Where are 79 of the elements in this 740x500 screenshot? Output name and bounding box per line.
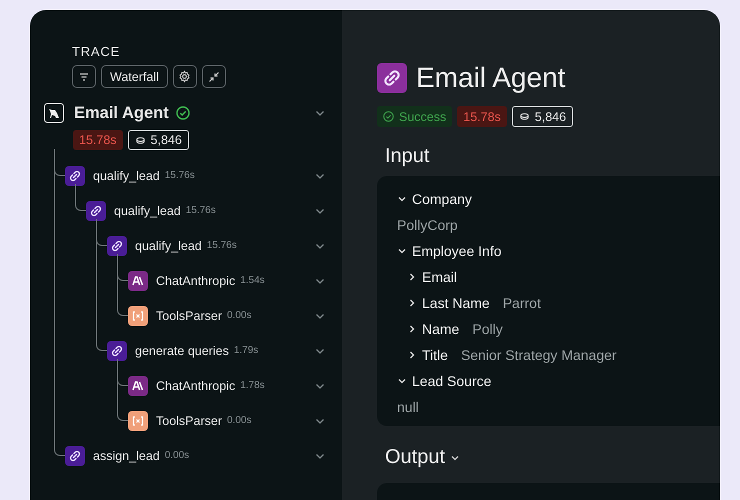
trace-row[interactable]: assign_lead 0.00s (65, 438, 326, 473)
link-icon (65, 166, 85, 186)
ai-logo-icon (128, 376, 148, 396)
field-key: Employee Info (412, 243, 502, 259)
run-name: qualify_lead (93, 168, 160, 182)
trace-row[interactable]: ChatAnthropic 1.54s (128, 263, 326, 298)
run-name: qualify_lead (135, 238, 202, 252)
run-name: ToolsParser (156, 308, 222, 322)
field-value: null (397, 398, 420, 417)
link-icon (107, 340, 127, 360)
run-duration: 15.76s (164, 170, 195, 181)
field-key: Title (422, 347, 448, 363)
filter-button[interactable] (72, 65, 96, 88)
panel-heading: TRACE (72, 44, 122, 59)
section-heading: Input (385, 145, 430, 168)
link-icon (65, 446, 85, 466)
run-duration: 0.00s (227, 415, 252, 426)
trace-row[interactable]: qualify_lead 15.76s (107, 228, 326, 263)
bird-icon (44, 103, 64, 123)
run-name: ToolsParser (156, 414, 222, 428)
trace-row[interactable]: qualify_lead 15.76s (86, 193, 326, 228)
trace-row[interactable]: ToolsParser 0.00s (128, 298, 326, 333)
coins-icon (134, 134, 146, 146)
run-name: qualify_lead (114, 204, 181, 218)
field-value: PollyCorp (397, 216, 459, 235)
field-row[interactable]: Title Senior Strategy Manager (407, 342, 720, 368)
run-duration: 15.76s (206, 240, 237, 251)
trace-row[interactable]: Email Agent (44, 100, 326, 126)
link-icon (377, 63, 407, 93)
field-value: Senior Strategy Manager (460, 347, 617, 363)
trace-row[interactable]: ChatAnthropic 1.78s (128, 368, 326, 403)
run-duration: 1.79s (234, 345, 258, 356)
run-name: assign_lead (93, 448, 160, 462)
brackets-icon (128, 410, 148, 430)
latency-badge: 15.78s (457, 106, 507, 127)
run-name: ChatAnthropic (156, 378, 236, 392)
collapse-arrows-icon (208, 70, 220, 82)
field-value: Parrot (502, 295, 541, 311)
token-count-badge: 5,846 (128, 130, 189, 150)
view-mode-button[interactable]: Waterfall (101, 65, 168, 88)
field-row[interactable]: Company (397, 186, 720, 212)
filter-icon (78, 70, 90, 82)
ai-logo-icon (128, 270, 148, 290)
run-duration: 0.00s (164, 450, 190, 461)
coins-icon (518, 111, 530, 122)
section-heading: Output (385, 446, 446, 469)
field-value: Polly (472, 321, 503, 337)
field-row[interactable]: Email (407, 264, 720, 290)
field-row[interactable]: Employee Info (397, 238, 720, 264)
field-key: Company (412, 191, 472, 207)
trace-row[interactable]: generate queries 1.79s (107, 333, 326, 368)
trace-row[interactable]: ToolsParser 0.00s (128, 403, 326, 438)
link-icon (107, 236, 127, 256)
latency-badge: 15.78s (73, 130, 123, 150)
check-circle-icon (176, 106, 190, 120)
run-name: Email Agent (74, 104, 169, 122)
check-circle-icon (383, 111, 394, 122)
run-title: Email Agent (416, 62, 566, 94)
link-icon (86, 200, 106, 220)
settings-icon (178, 70, 192, 83)
settings-button[interactable] (172, 65, 197, 88)
trace-row[interactable]: qualify_lead 15.76s (65, 158, 326, 193)
field-key: Lead Source (412, 373, 492, 389)
status-badge: Success (377, 106, 452, 127)
field-key: Name (422, 321, 460, 337)
collapse-button[interactable] (202, 65, 226, 88)
field-row[interactable]: Last Name Parrot (407, 290, 720, 316)
run-name: ChatAnthropic (156, 274, 236, 288)
field-key: Last Name (422, 295, 490, 311)
field-key: Email (422, 269, 458, 285)
run-duration: 1.78s (240, 380, 265, 391)
field-row[interactable]: Name Polly (407, 316, 720, 342)
token-count-badge: 5,846 (512, 106, 574, 127)
run-duration: 0.00s (227, 310, 252, 321)
field-row[interactable]: Lead Source (397, 368, 720, 394)
run-duration: 1.54s (240, 275, 265, 286)
run-name: generate queries (135, 344, 229, 358)
brackets-icon (128, 306, 148, 326)
run-duration: 15.76s (186, 205, 216, 216)
